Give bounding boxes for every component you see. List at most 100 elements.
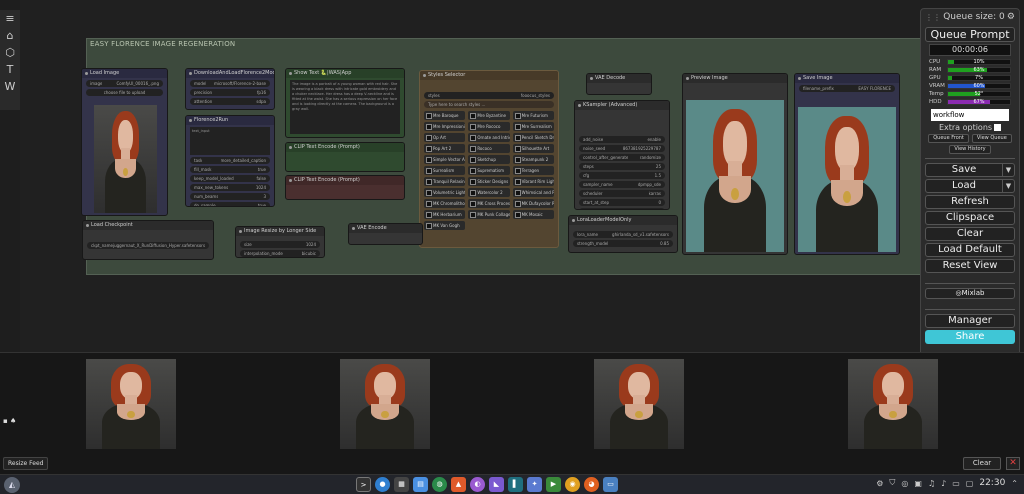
style-checkbox[interactable]: Op Art <box>424 133 466 142</box>
widget-attention[interactable]: attention sdpa <box>190 98 270 105</box>
text-tool-icon[interactable]: T <box>0 61 20 78</box>
style-checkbox[interactable]: Mre Rococo <box>468 122 510 131</box>
style-checkbox[interactable]: Watercolor 2 <box>468 188 510 197</box>
extra-options-toggle[interactable]: Extra options <box>921 123 1019 132</box>
florence-run-node[interactable]: Florence2Run text_input task more_detaile… <box>185 115 275 207</box>
ksampler-widget[interactable]: sampler_name dpmpp_sde <box>579 181 665 188</box>
style-checkbox[interactable]: Rococo <box>468 144 510 153</box>
load-button[interactable]: Load <box>925 179 1003 193</box>
load-dropdown-icon[interactable]: ▼ <box>1003 179 1015 193</box>
clock[interactable]: 22:30 <box>979 478 1005 488</box>
window-icon[interactable]: ▭ <box>603 477 618 492</box>
globe-icon[interactable]: ◍ <box>432 477 447 492</box>
style-checkbox[interactable]: Mre Baroque <box>424 111 466 120</box>
clip-text-encode-negative-node[interactable]: CLIP Text Encode (Prompt) <box>285 175 405 200</box>
chevron-up-icon[interactable]: ⌃ <box>1011 479 1018 488</box>
style-checkbox[interactable]: Vibrant Rim Light <box>512 177 554 186</box>
resize-feed-button[interactable]: Resize Feed <box>3 457 49 470</box>
preview-image-node[interactable]: Preview Image <box>682 73 788 255</box>
image-resize-node[interactable]: Image Resize by Longer Side size 1024 int… <box>235 226 325 258</box>
discover-icon[interactable]: ● <box>375 477 390 492</box>
clipspace-button[interactable]: Clipspace <box>925 211 1015 225</box>
style-checkbox[interactable]: MK Van Gogh <box>424 221 466 230</box>
ksampler-widget[interactable]: start_at_step 0 <box>579 199 665 206</box>
widget-filename-prefix[interactable]: filename_prefix EASY FLORENCE <box>799 85 895 92</box>
save-button[interactable]: Save <box>925 163 1003 177</box>
style-checkbox[interactable]: Pop Art 2 <box>424 144 466 153</box>
widget-do-sample[interactable]: do_sample true <box>190 202 270 206</box>
show-text-node[interactable]: Show Text 🐍|WAS|App The image is a portr… <box>285 68 405 138</box>
widget-keep-model[interactable]: keep_model_loaded false <box>190 175 270 182</box>
style-checkbox[interactable]: Silhouette Art <box>512 144 554 153</box>
ksampler-widget[interactable]: add_noise enable <box>579 136 665 143</box>
style-checkbox[interactable]: Pencil Sketch Drawing <box>512 133 554 142</box>
style-checkbox[interactable]: Tranquil Relaxing Atmosphere <box>424 177 466 186</box>
feed-clear-button[interactable]: Clear <box>963 457 1001 470</box>
feed-image[interactable] <box>340 359 430 449</box>
feed-close-button[interactable]: ✕ <box>1006 457 1020 470</box>
graph-canvas[interactable]: EASY FLORENCE IMAGE REGENERATION Load Im… <box>20 0 926 352</box>
widget-strength-model[interactable]: strength_model 0.85 <box>573 240 673 247</box>
view-history-button[interactable]: View History <box>949 145 991 154</box>
feed-layout-icon[interactable]: ▪ <box>3 417 8 425</box>
style-checkbox[interactable]: MK Mosaic <box>512 210 554 219</box>
style-checkbox[interactable]: MK Punk Collage <box>468 210 510 219</box>
network-icon[interactable]: ▭ <box>952 479 960 488</box>
style-checkbox[interactable]: Ornate and Intricate <box>468 133 510 142</box>
share-button[interactable]: Share <box>925 330 1015 344</box>
florence-loader-node[interactable]: DownloadAndLoadFlorence2Model model micro… <box>185 68 275 110</box>
queue-prompt-button[interactable]: Queue Prompt <box>925 27 1015 42</box>
style-checkbox[interactable]: Steampunk 2 <box>512 155 554 164</box>
feed-image[interactable] <box>594 359 684 449</box>
shield-icon[interactable]: ⛉ <box>889 478 895 488</box>
mixlab-button[interactable]: ◎Mixlab <box>925 288 1015 299</box>
feed-image[interactable] <box>86 359 176 449</box>
refresh-button[interactable]: Refresh <box>925 195 1015 209</box>
widget-model[interactable]: model microsoft/Florence-2-base <box>190 80 270 87</box>
style-checkbox[interactable]: Whimsical and Playful <box>512 188 554 197</box>
vpn-icon[interactable]: ◎ <box>901 479 908 488</box>
load-image-node[interactable]: Load Image image ComfyUI_00016_.png choos… <box>81 68 168 216</box>
terminal-icon[interactable]: > <box>356 477 371 492</box>
clear-button[interactable]: Clear <box>925 227 1015 241</box>
widget-num-beams[interactable]: num_beams 3 <box>190 193 270 200</box>
styles-search-input[interactable]: Type here to search styles ... <box>424 101 554 108</box>
workflow-name-input[interactable] <box>931 109 1009 121</box>
style-checkbox[interactable]: Mre Surrealism <box>512 122 554 131</box>
drag-handle-icon[interactable]: ⋮⋮ <box>925 13 941 22</box>
ksampler-widget[interactable]: end_at_step10000 <box>579 208 665 209</box>
save-dropdown-icon[interactable]: ▼ <box>1003 163 1015 177</box>
style-checkbox[interactable]: Terragen <box>512 166 554 175</box>
gear-icon[interactable]: ⚙ <box>1007 12 1015 22</box>
styles-select[interactable]: styles fooocus_styles <box>424 92 554 99</box>
load-default-button[interactable]: Load Default <box>925 243 1015 257</box>
menu-icon[interactable]: ≡ <box>0 10 20 27</box>
caption-text[interactable]: The image is a portrait of a young woman… <box>290 80 400 134</box>
widget-task[interactable]: task more_detailed_caption <box>190 157 270 164</box>
widget-max-tokens[interactable]: max_new_tokens 1024 <box>190 184 270 191</box>
ksampler-widget[interactable]: cfg 1.5 <box>579 172 665 179</box>
style-checkbox[interactable]: Surrealism <box>424 166 466 175</box>
display-icon[interactable]: ▢ <box>966 479 974 488</box>
manager-button[interactable]: Manager <box>925 314 1015 328</box>
style-checkbox[interactable]: MK Dufaycolor Photograph <box>512 199 554 208</box>
widget-ckpt-name[interactable]: ckpt_name juggernaut_X_RunDiffusion_Hyper… <box>87 242 209 249</box>
ksampler-widget[interactable]: scheduler karras <box>579 190 665 197</box>
load-checkpoint-node[interactable]: Load Checkpoint ckpt_name juggernaut_X_Ru… <box>82 220 214 260</box>
widget-fill-mask[interactable]: fill_mask true <box>190 166 270 173</box>
view-queue-button[interactable]: View Queue <box>971 134 1012 143</box>
style-checkbox[interactable]: Mre Futurism <box>512 111 554 120</box>
vae-decode-node[interactable]: VAE Decode <box>586 73 652 95</box>
style-checkbox[interactable]: Mre Byzantine <box>468 111 510 120</box>
extra-options-checkbox[interactable] <box>994 124 1002 131</box>
style-checkbox[interactable]: MK Herbarium <box>424 210 466 219</box>
vae-encode-node[interactable]: VAE Encode <box>348 223 423 245</box>
ksampler-widget[interactable]: noise_seed 867381925229787 <box>579 145 665 152</box>
ksampler-widget[interactable]: control_after_generate randomize <box>579 154 665 161</box>
clipboard-icon[interactable]: ▣ <box>914 479 922 488</box>
ksampler-node[interactable]: KSampler (Advanced) add_noise enable noise… <box>574 100 670 210</box>
settings-tray-icon[interactable]: ⚙ <box>876 479 883 488</box>
style-checkbox[interactable]: Mre Impressionism <box>424 122 466 131</box>
widget-interpolation[interactable]: interpolation_mode bicubic <box>240 250 320 257</box>
editor-icon[interactable]: ▌ <box>508 477 523 492</box>
